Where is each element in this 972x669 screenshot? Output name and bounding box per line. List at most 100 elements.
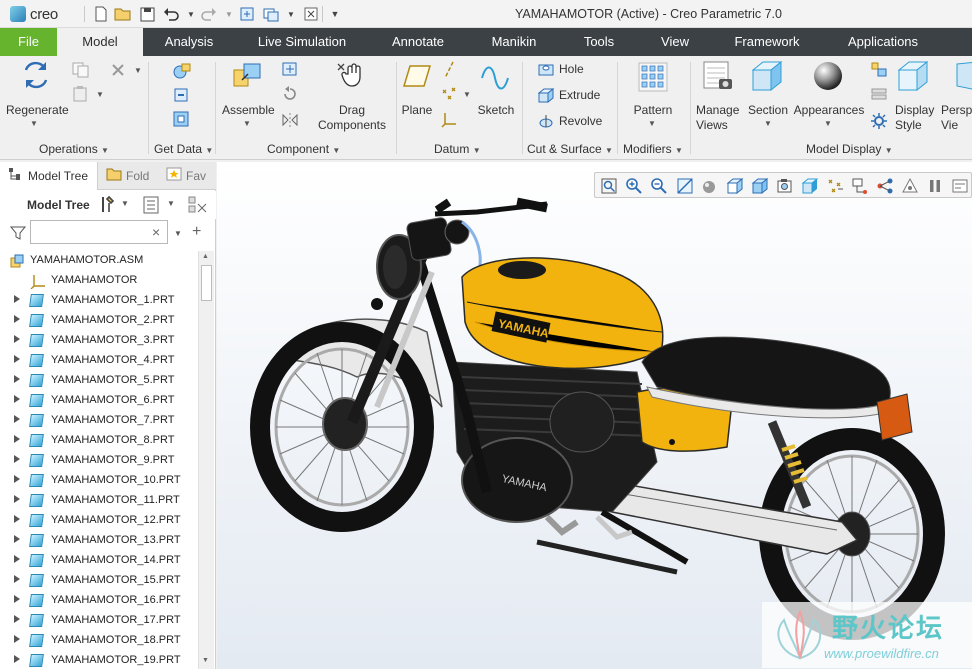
show-dropdown-icon[interactable]: ▼ xyxy=(167,199,175,208)
tab-favorites[interactable]: Fav xyxy=(160,162,216,190)
manage-views-icon[interactable] xyxy=(702,60,734,92)
scene-gear-icon[interactable] xyxy=(870,112,888,130)
tab-analysis[interactable]: Analysis xyxy=(150,28,228,56)
section-dropdown-icon[interactable]: ▼ xyxy=(764,119,772,128)
expand-icon[interactable] xyxy=(14,335,20,343)
zoom-in-icon[interactable] xyxy=(625,177,643,195)
close-window-icon[interactable] xyxy=(302,5,320,23)
perspective-icon[interactable] xyxy=(953,60,972,92)
group-datum-label[interactable]: Datum ▼ xyxy=(434,142,481,156)
tree-row[interactable]: YAMAHAMOTOR_9.PRT xyxy=(0,451,198,471)
regenerate-icon[interactable] xyxy=(20,60,52,90)
hole-icon[interactable] xyxy=(538,61,554,77)
expand-icon[interactable] xyxy=(14,315,20,323)
axis-icon[interactable] xyxy=(441,61,457,79)
expand-icon[interactable] xyxy=(14,295,20,303)
expand-icon[interactable] xyxy=(14,635,20,643)
regenerate-button[interactable]: Regenerate xyxy=(6,103,69,117)
tab-view[interactable]: View xyxy=(652,28,698,56)
display-style-button[interactable]: Display Style xyxy=(895,103,939,133)
plane-button[interactable]: Plane xyxy=(399,103,435,117)
view-manager-icon[interactable] xyxy=(751,177,769,195)
settings-tools-icon[interactable] xyxy=(98,195,118,218)
revolve-button[interactable]: Revolve xyxy=(559,114,602,128)
extrude-icon[interactable] xyxy=(537,87,555,104)
pattern-button[interactable]: Pattern xyxy=(630,103,676,117)
tree-row[interactable]: YAMAHAMOTOR_7.PRT xyxy=(0,411,198,431)
tree-row[interactable]: YAMAHAMOTOR_14.PRT xyxy=(0,551,198,571)
redo-icon[interactable] xyxy=(200,5,218,23)
tree-row[interactable]: YAMAHAMOTOR_17.PRT xyxy=(0,611,198,631)
assemble-dropdown-icon[interactable]: ▼ xyxy=(243,119,251,128)
point-icon[interactable] xyxy=(441,86,459,102)
mirror-component-icon[interactable] xyxy=(281,112,299,128)
motorcycle-model[interactable]: YAMAHA YAMAHA xyxy=(217,162,972,669)
create-component-icon[interactable] xyxy=(281,61,299,77)
tree-csys-row[interactable]: YAMAHAMOTOR xyxy=(0,271,198,291)
scrollbar-thumb[interactable] xyxy=(201,265,212,301)
annotation-display-icon[interactable] xyxy=(851,177,869,195)
assemble-icon[interactable] xyxy=(230,60,264,92)
tree-row[interactable]: YAMAHAMOTOR_18.PRT xyxy=(0,631,198,651)
expand-icon[interactable] xyxy=(14,375,20,383)
zoom-out-icon[interactable] xyxy=(650,177,668,195)
tree-row[interactable]: YAMAHAMOTOR_13.PRT xyxy=(0,531,198,551)
appearances-button[interactable]: Appearances xyxy=(793,103,865,117)
expand-icon[interactable] xyxy=(14,495,20,503)
scroll-up-icon[interactable]: ▲ xyxy=(202,253,209,260)
fuel-tank[interactable]: YAMAHA xyxy=(461,257,664,370)
regenerate-dropdown-icon[interactable]: ▼ xyxy=(30,119,38,128)
merge-icon[interactable] xyxy=(172,110,192,128)
tab-file[interactable]: File xyxy=(0,28,57,56)
graphics-window[interactable]: YAMAHA YAMAHA 野火论坛 www.proewildfire.cn xyxy=(217,162,972,669)
expand-icon[interactable] xyxy=(14,395,20,403)
expand-icon[interactable] xyxy=(14,615,20,623)
group-component-label[interactable]: Component ▼ xyxy=(267,142,340,156)
redo-dropdown-icon[interactable]: ▼ xyxy=(220,5,238,23)
saved-orientations-icon[interactable] xyxy=(726,177,744,195)
pattern-icon[interactable] xyxy=(638,62,668,92)
expand-icon[interactable] xyxy=(14,555,20,563)
tree-row[interactable]: YAMAHAMOTOR_3.PRT xyxy=(0,331,198,351)
delete-dropdown-icon[interactable]: ▼ xyxy=(134,66,142,75)
hole-button[interactable]: Hole xyxy=(559,62,584,76)
windows-icon[interactable] xyxy=(262,5,280,23)
tree-row[interactable]: YAMAHAMOTOR_8.PRT xyxy=(0,431,198,451)
clear-search-icon[interactable]: × xyxy=(152,224,160,240)
delete-icon[interactable] xyxy=(110,62,126,78)
tab-tools[interactable]: Tools xyxy=(572,28,626,56)
settings-dropdown-icon[interactable]: ▼ xyxy=(121,199,129,208)
datum-display-icon[interactable] xyxy=(826,177,844,195)
filter-icon[interactable] xyxy=(9,225,27,244)
expand-icon[interactable] xyxy=(14,355,20,363)
drag-hand-icon[interactable] xyxy=(334,60,366,92)
undo-dropdown-icon[interactable]: ▼ xyxy=(182,5,200,23)
tree-row[interactable]: YAMAHAMOTOR_19.PRT xyxy=(0,651,198,669)
tab-applications[interactable]: Applications xyxy=(838,28,928,56)
section-icon[interactable] xyxy=(751,60,783,92)
assemble-button[interactable]: Assemble xyxy=(222,103,275,117)
group-get-data-label[interactable]: Get Data ▼ xyxy=(154,142,213,156)
group-modifiers-label[interactable]: Modifiers ▼ xyxy=(623,142,683,156)
windows-dropdown-icon[interactable]: ▼ xyxy=(282,5,300,23)
expand-icon[interactable] xyxy=(14,535,20,543)
display-filter-icon[interactable] xyxy=(870,61,888,77)
tree-row[interactable]: YAMAHAMOTOR_10.PRT xyxy=(0,471,198,491)
tab-folder-browser[interactable]: Fold xyxy=(100,162,154,190)
perspective-button[interactable]: Perspe Vie xyxy=(941,103,972,133)
point-dropdown-icon[interactable]: ▼ xyxy=(463,90,471,99)
column-display-icon[interactable] xyxy=(188,196,208,219)
refit-icon[interactable] xyxy=(600,177,618,195)
open-folder-icon[interactable] xyxy=(114,5,132,23)
pattern-dropdown-icon[interactable]: ▼ xyxy=(648,119,656,128)
repaint-icon[interactable] xyxy=(676,177,694,195)
model-tree-search-input[interactable] xyxy=(30,220,168,244)
group-operations-label[interactable]: Operations ▼ xyxy=(39,142,109,156)
display-style-icon[interactable] xyxy=(897,60,929,92)
tree-row[interactable]: YAMAHAMOTOR_12.PRT xyxy=(0,511,198,531)
display-style-shaded-icon[interactable] xyxy=(701,177,719,195)
search-dropdown-icon[interactable]: ▼ xyxy=(174,229,182,238)
tab-framework[interactable]: Framework xyxy=(726,28,808,56)
tree-root-row[interactable]: YAMAHAMOTOR.ASM xyxy=(0,251,198,271)
expand-icon[interactable] xyxy=(14,435,20,443)
